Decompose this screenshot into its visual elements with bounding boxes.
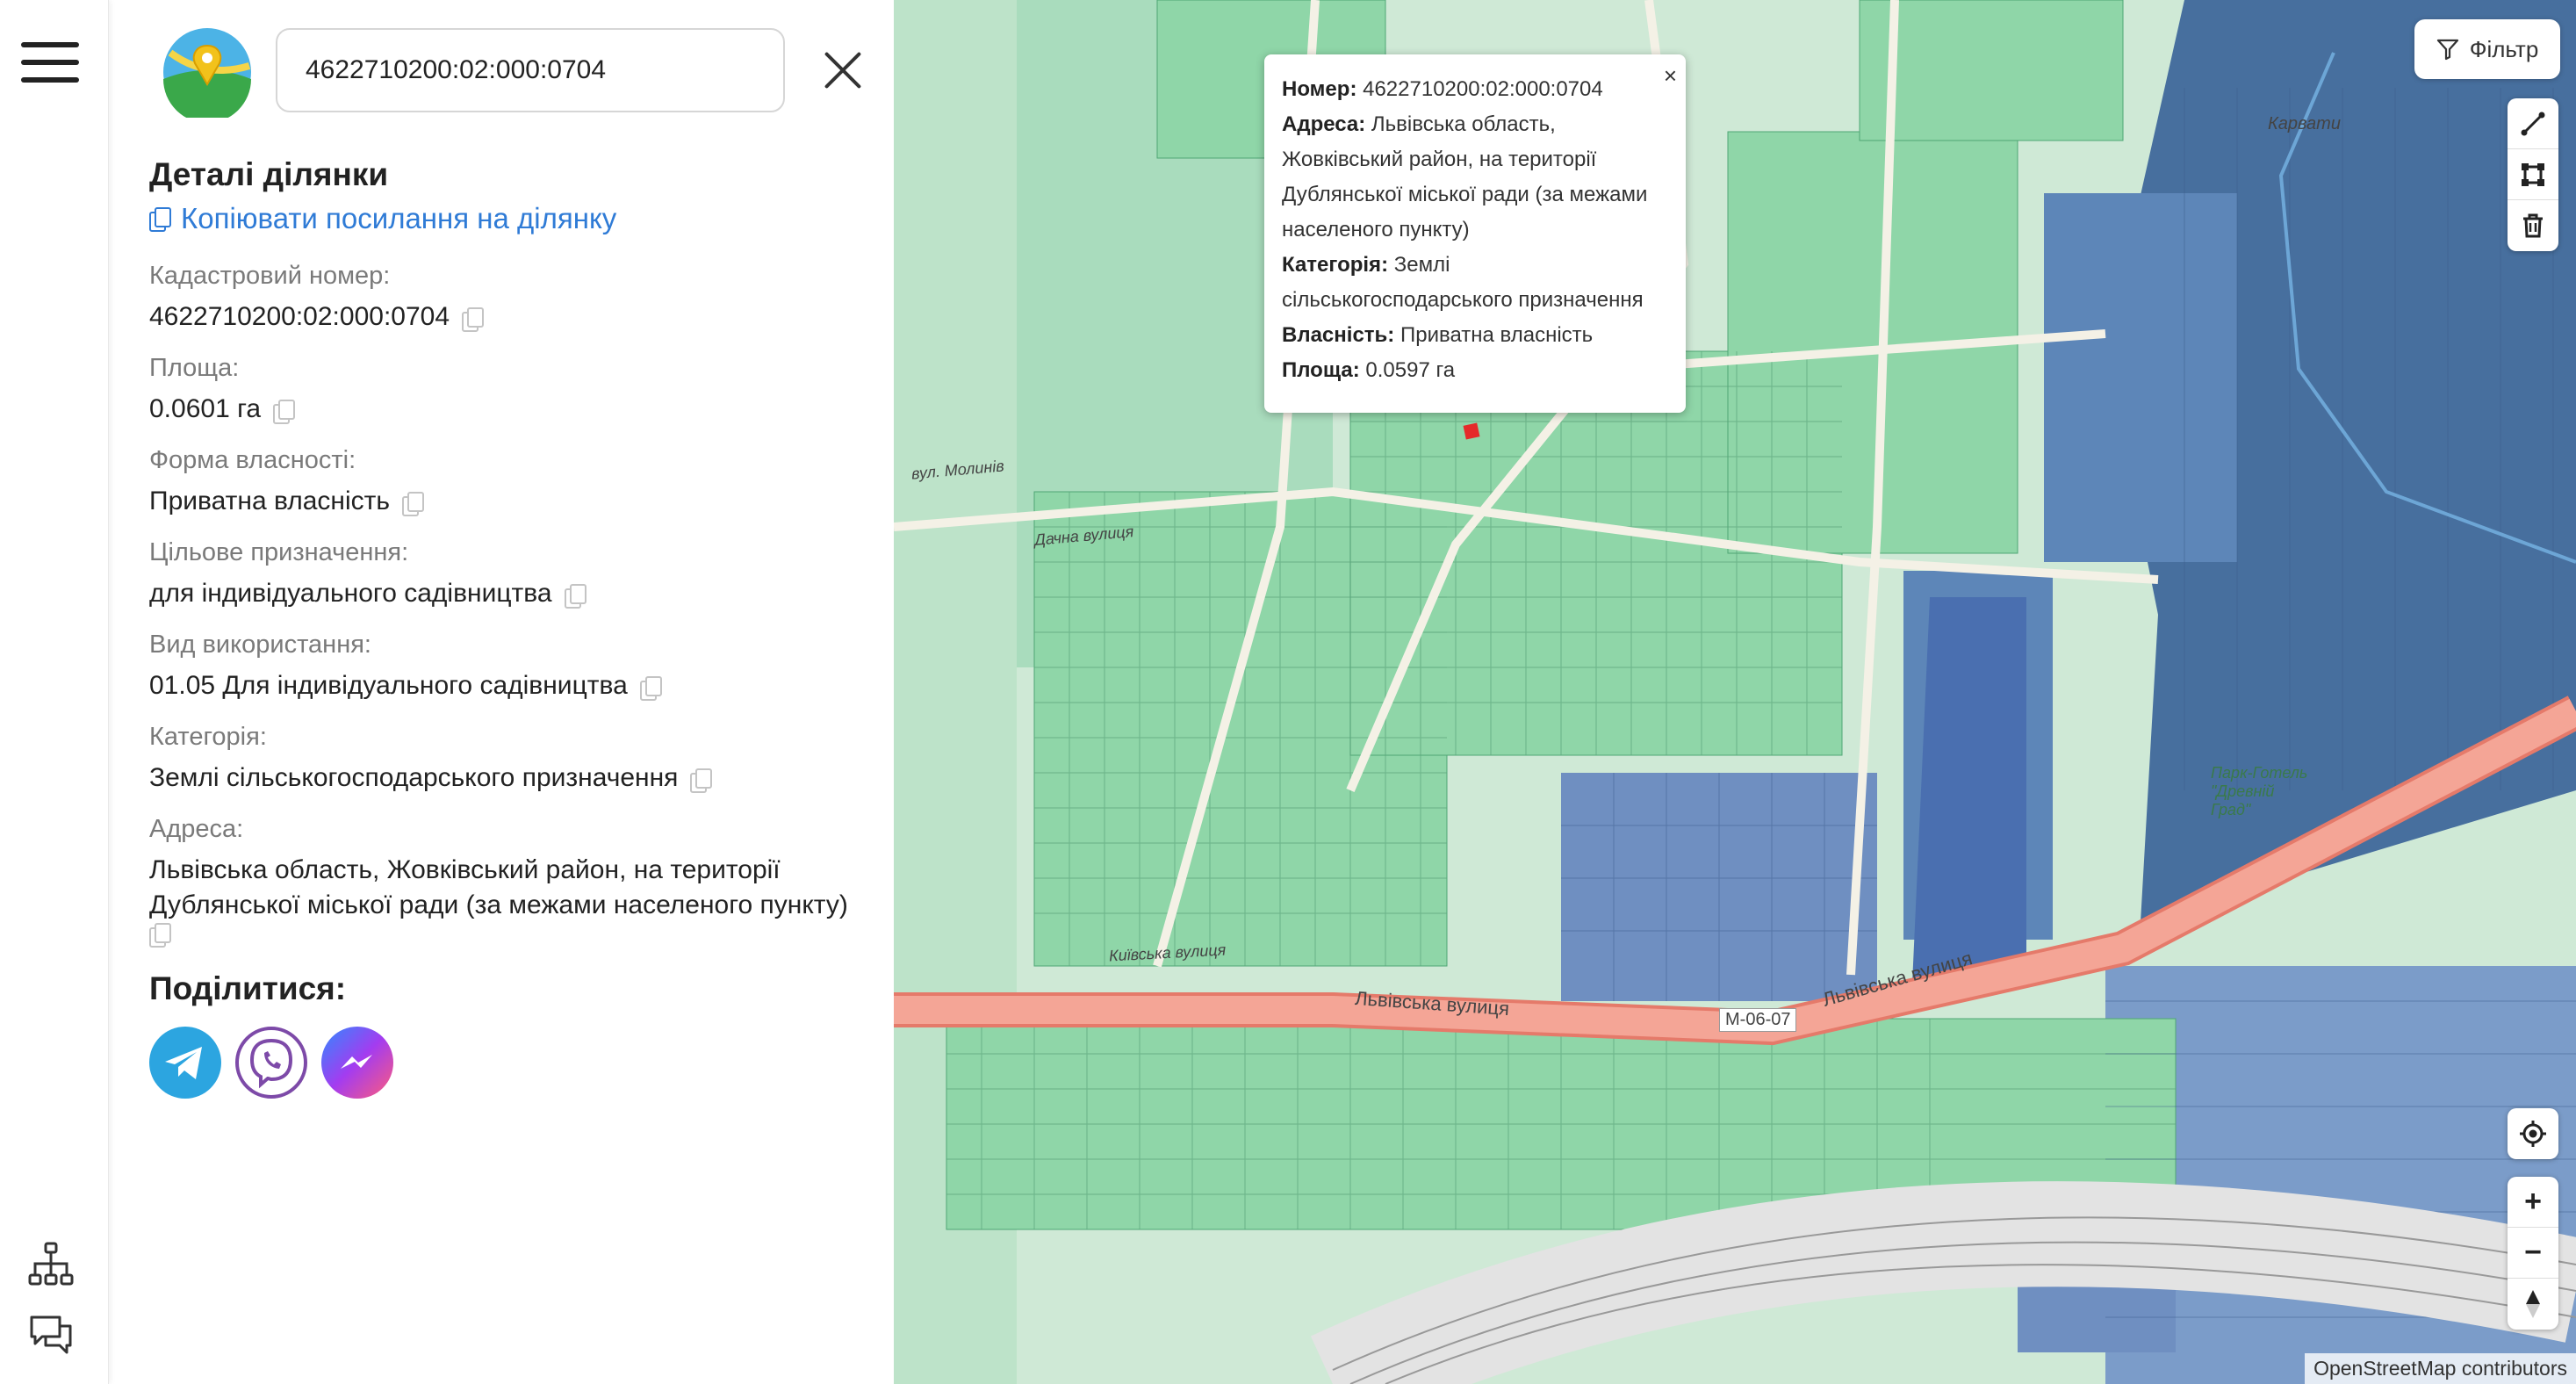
map-view[interactable]: Карвати Парк-Готель "Древній Град" Львів… — [894, 0, 2576, 1384]
polygon-icon — [2522, 162, 2544, 186]
field-ownership: Форма власності: Приватна власність — [149, 446, 878, 519]
compass-button[interactable] — [2508, 1279, 2558, 1330]
field-purpose: Цільове призначення: для індивідуального… — [149, 538, 878, 611]
popup-value: 4622710200:02:000:0704 — [1363, 77, 1603, 101]
copy-icon[interactable] — [402, 492, 424, 517]
parcel-popup: × Номер: 4622710200:02:000:0704 Адреса: … — [1264, 54, 1686, 413]
close-icon[interactable] — [818, 46, 867, 95]
copy-icon — [149, 207, 171, 232]
search-input[interactable] — [276, 28, 785, 112]
sitemap-icon[interactable] — [26, 1240, 76, 1289]
copy-icon[interactable] — [149, 923, 171, 948]
field-label: Площа: — [149, 354, 240, 382]
road-badge: М-06-07 — [1719, 1008, 1797, 1032]
filter-icon — [2436, 39, 2458, 61]
draw-line-button[interactable] — [2508, 98, 2558, 149]
popup-area: Площа: 0.0597 га — [1282, 353, 1668, 388]
crosshair-icon — [2520, 1121, 2546, 1147]
field-category: Категорія: Землі сільськогосподарського … — [149, 723, 878, 796]
filter-label: Фільтр — [2469, 35, 2539, 62]
share-title: Поділитися: — [149, 970, 347, 1006]
draw-tools — [2508, 98, 2558, 251]
parcel-details-panel: Деталі ділянки Копіювати посилання на ді… — [109, 0, 894, 1384]
popup-label: Площа: — [1282, 358, 1360, 382]
field-value: Львівська область, Жовківський район, на… — [149, 855, 848, 919]
popup-label: Власність: — [1282, 323, 1395, 347]
locate-button[interactable] — [2508, 1108, 2558, 1159]
field-label: Кадастровий номер: — [149, 262, 391, 290]
filter-button[interactable]: Фільтр — [2414, 19, 2560, 79]
app-logo-icon[interactable] — [162, 26, 253, 118]
field-value: 01.05 Для індивідуального садівництва — [149, 671, 628, 700]
popup-value: 0.0597 га — [1365, 358, 1456, 382]
field-address: Адреса: Львівська область, Жовківський р… — [149, 815, 878, 948]
copy-icon[interactable] — [462, 307, 485, 333]
viber-icon[interactable] — [235, 1027, 307, 1099]
popup-value: Приватна власність — [1400, 323, 1594, 347]
compass-icon — [2526, 1290, 2540, 1318]
copy-link-button[interactable]: Копіювати посилання на ділянку — [149, 202, 878, 235]
delete-drawing-button[interactable] — [2508, 200, 2558, 251]
popup-category: Категорія: Землі сільськогосподарського … — [1282, 248, 1668, 318]
field-label: Адреса: — [149, 815, 244, 843]
popup-ownership: Власність: Приватна власність — [1282, 318, 1668, 353]
popup-label: Категорія: — [1282, 253, 1389, 277]
copy-link-label: Копіювати посилання на ділянку — [181, 202, 617, 234]
map-base[interactable] — [894, 0, 2576, 1384]
popup-number: Номер: 4622710200:02:000:0704 — [1282, 72, 1668, 107]
zoom-in-button[interactable]: + — [2508, 1177, 2558, 1228]
field-label: Цільове призначення: — [149, 538, 409, 566]
map-label-park: Парк-Готель "Древній Град" — [2211, 764, 2308, 818]
field-area: Площа: 0.0601 га — [149, 354, 878, 427]
chat-icon[interactable] — [26, 1310, 76, 1359]
menu-icon[interactable] — [21, 42, 79, 83]
popup-label: Адреса: — [1282, 112, 1366, 136]
locate-control — [2508, 1108, 2558, 1159]
telegram-icon[interactable] — [149, 1027, 221, 1099]
field-value: для індивідуального садівництва — [149, 579, 552, 608]
share-buttons — [149, 1027, 878, 1099]
popup-label: Номер: — [1282, 77, 1357, 101]
map-attribution[interactable]: OpenStreetMap contributors — [2305, 1353, 2576, 1384]
field-label: Вид використання: — [149, 631, 371, 659]
popup-close-icon[interactable]: × — [1664, 58, 1677, 93]
trash-icon — [2523, 213, 2543, 238]
field-value: Приватна власність — [149, 487, 390, 515]
field-label: Категорія: — [149, 723, 267, 751]
copy-icon[interactable] — [273, 400, 296, 425]
copy-icon[interactable] — [639, 676, 662, 702]
popup-address: Адреса: Львівська область, Жовківський р… — [1282, 107, 1668, 248]
line-icon — [2521, 112, 2545, 135]
copy-icon[interactable] — [690, 768, 713, 794]
field-value: 0.0601 га — [149, 394, 262, 423]
draw-polygon-button[interactable] — [2508, 149, 2558, 200]
field-cadastral-number: Кадастровий номер: 4622710200:02:000:070… — [149, 262, 878, 335]
copy-icon[interactable] — [564, 584, 586, 609]
map-label-karvaty: Карвати — [2268, 114, 2341, 133]
messenger-icon[interactable] — [321, 1027, 393, 1099]
left-rail — [0, 0, 109, 1384]
field-label: Форма власності: — [149, 446, 356, 474]
field-usage: Вид використання: 01.05 Для індивідуальн… — [149, 631, 878, 703]
details-title: Деталі ділянки — [149, 156, 389, 192]
zoom-out-button[interactable]: − — [2508, 1228, 2558, 1279]
details-section: Деталі ділянки Копіювати посилання на ді… — [149, 156, 878, 1099]
zoom-controls: + − — [2508, 1177, 2558, 1330]
field-value: Землі сільськогосподарського призначення — [149, 763, 679, 792]
field-value: 4622710200:02:000:0704 — [149, 302, 450, 331]
